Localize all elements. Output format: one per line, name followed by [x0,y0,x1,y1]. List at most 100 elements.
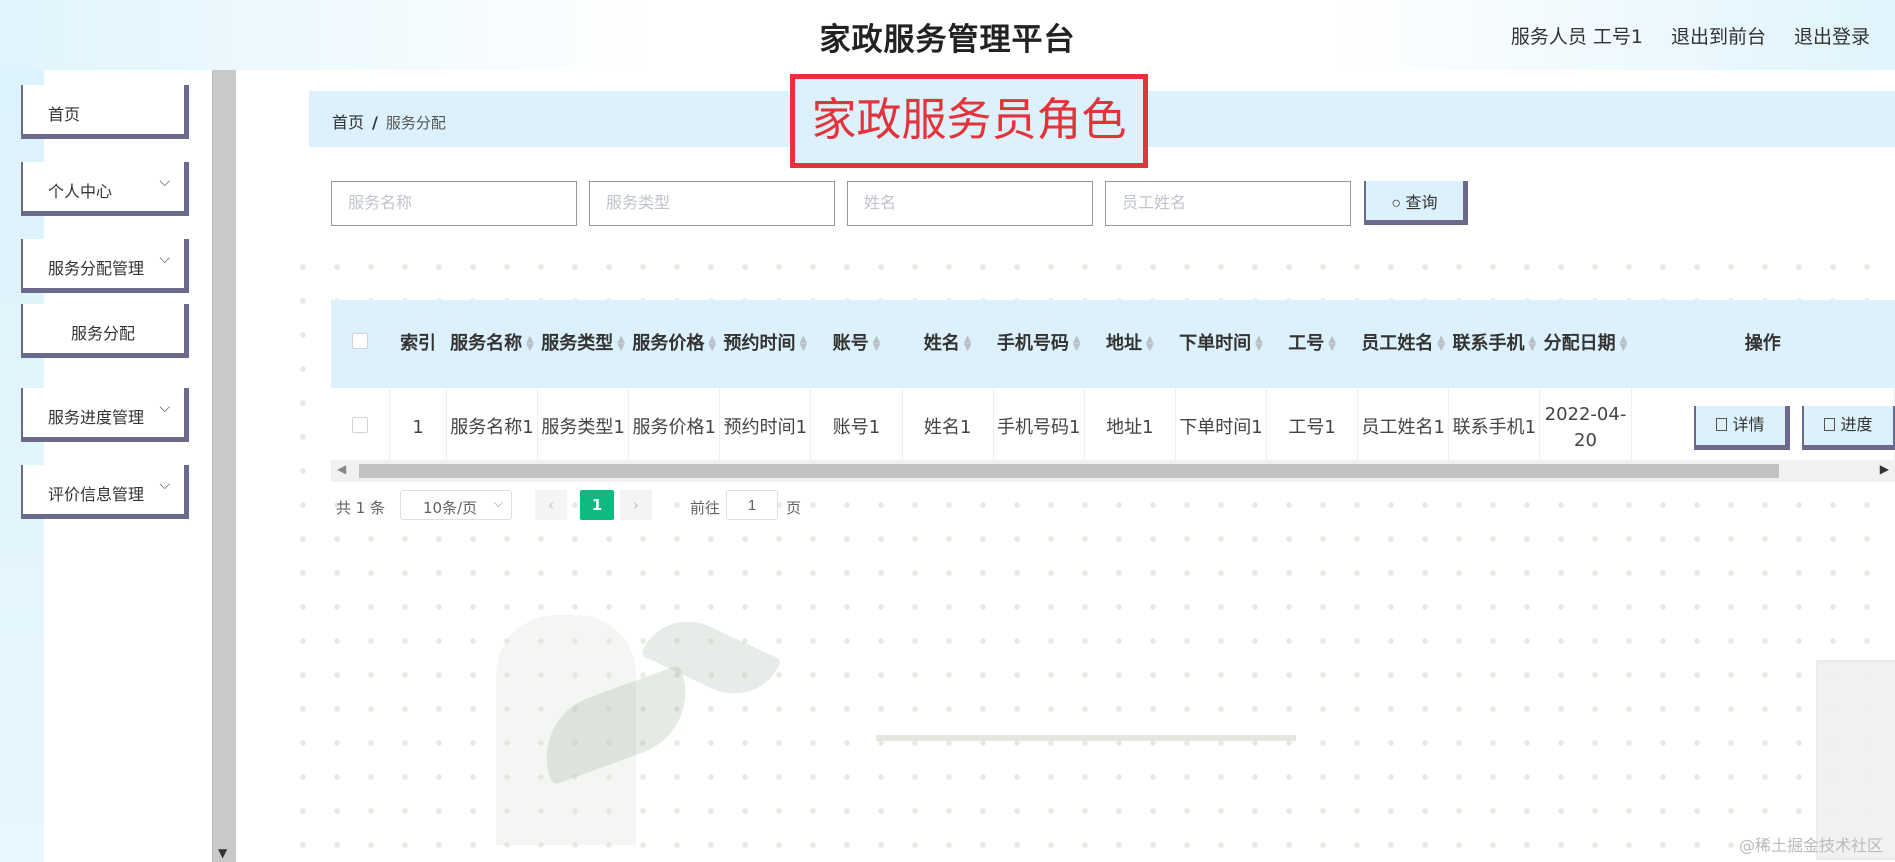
chevron-down-icon: ⌵ [159,174,170,190]
sidebar-item-label: 评价信息管理 [48,485,145,504]
column-header[interactable]: 服务类型 ▲ ▼ [538,300,629,388]
sidebar-item-home[interactable]: 首页 [21,85,189,139]
breadcrumb-home[interactable]: 首页 [332,113,364,132]
scroll-down-arrow-icon[interactable]: ▼ [218,846,227,860]
chevron-down-icon: ⌵ [159,400,170,416]
cell-index: 1 [389,388,447,460]
breadcrumb-separator: / [372,113,378,132]
page-number-current[interactable]: 1 [580,490,614,520]
sort-icon[interactable]: ▲ ▼ [526,335,534,353]
sort-icon[interactable]: ▲ ▼ [1328,335,1336,353]
header-user-area: 服务人员 工号1 退出到前台 退出登录 [1511,22,1870,49]
cell-assign-date: 2022-04-20 [1539,388,1632,460]
scrollbar-thumb[interactable] [359,464,1779,478]
detail-button[interactable]: 详情 [1693,405,1790,450]
column-header[interactable]: 员工姓名 ▲ ▼ [1358,300,1449,388]
service-name-search-input[interactable] [331,181,577,226]
prev-page-button[interactable]: ‹ [535,490,567,520]
sort-icon[interactable]: ▲ ▼ [1255,335,1263,353]
sidebar-item-service-assign[interactable]: 服务分配 [21,304,189,358]
progress-button[interactable]: 进度 [1801,405,1895,450]
assignment-table: 索引 服务名称 ▲ ▼ 服务类型 ▲ ▼ 服务价格 ▲ ▼ 预约时间 ▲ ▼ 账号 ▲ ▼ 姓名 ▲ ▼… [331,300,1895,460]
watermark: @稀土掘金技术社区 [1738,836,1883,855]
chevron-down-icon: ⌵ [159,477,170,493]
chevron-down-icon: ⌵ [493,496,503,510]
column-header[interactable]: 姓名 ▲ ▼ [902,300,993,388]
document-icon [1715,417,1727,431]
page-unit-label: 页 [786,499,802,517]
breadcrumb: 首页 / 服务分配 [332,109,446,133]
column-header[interactable]: 分配日期 ▲ ▼ [1540,300,1631,388]
sort-icon[interactable]: ▲ ▼ [873,335,881,353]
cell-order-time: 下单时间1 [1175,388,1268,460]
column-header[interactable]: 服务名称 ▲ ▼ [446,300,537,388]
name-search-input[interactable] [847,181,1093,226]
select-all-checkbox-cell[interactable] [331,300,390,388]
background-shelf [876,735,1296,741]
sort-icon[interactable]: ▲ ▼ [1437,335,1445,353]
cell-account: 账号1 [810,388,903,460]
sidebar-item-label: 服务分配管理 [48,259,145,278]
column-header[interactable]: 预约时间 ▲ ▼ [720,300,811,388]
cell-actions: 详情 进度 [1631,388,1895,460]
sort-icon[interactable]: ▲ ▼ [708,335,716,353]
cell-contact-phone: 联系手机1 [1448,388,1541,460]
sidebar-item-label: 首页 [48,105,81,124]
query-button-label: 查询 [1405,194,1438,212]
page-size-select[interactable]: 10条/页 ⌵ [400,490,512,520]
table-row: 1 服务名称1 服务类型1 服务价格1 预约时间1 账号1 姓名1 手机号码1 … [331,388,1895,460]
select-all-checkbox[interactable] [352,333,369,349]
column-header: 操作 [1744,333,1781,354]
sidebar-item-review-mgmt[interactable]: 评价信息管理 ⌵ [21,465,189,519]
sort-icon[interactable]: ▲ ▼ [1073,335,1081,353]
back-to-front-link[interactable]: 退出到前台 [1671,22,1766,49]
column-header[interactable]: 手机号码 ▲ ▼ [993,300,1084,388]
sidebar-item-service-assign-mgmt[interactable]: 服务分配管理 ⌵ [21,239,189,293]
column-header[interactable]: 联系手机 ▲ ▼ [1449,300,1540,388]
cell-appointment-time: 预约时间1 [719,388,812,460]
row-checkbox-cell[interactable] [331,388,391,460]
background-cup [1816,660,1895,860]
sort-icon[interactable]: ▲ ▼ [617,335,625,353]
cell-service-price: 服务价格1 [628,388,721,460]
column-header[interactable]: 账号 ▲ ▼ [811,300,902,388]
staff-name-search-input[interactable] [1105,181,1351,226]
service-type-search-input[interactable] [589,181,835,226]
document-icon [1823,417,1835,431]
row-checkbox[interactable] [352,416,369,433]
sidebar-item-label: 个人中心 [48,182,113,201]
scroll-right-arrow-icon[interactable]: ▶ [1880,462,1889,476]
next-page-button[interactable]: › [620,490,652,520]
column-header[interactable]: 地址 ▲ ▼ [1084,300,1175,388]
sort-icon[interactable]: ▲ ▼ [1146,335,1154,353]
sort-icon[interactable]: ▲ ▼ [800,335,808,353]
scroll-left-arrow-icon[interactable]: ◀ [337,462,346,476]
query-button[interactable]: ○ 查询 [1364,181,1468,225]
logout-link[interactable]: 退出登录 [1794,22,1870,49]
sort-icon[interactable]: ▲ ▼ [964,335,972,353]
cell-phone: 手机号码1 [993,388,1085,460]
goto-label: 前往 [690,499,721,517]
chevron-down-icon: ⌵ [159,251,170,267]
column-header[interactable]: 工号 ▲ ▼ [1267,300,1358,388]
column-header[interactable]: 服务价格 ▲ ▼ [629,300,720,388]
cell-staff-name: 员工姓名1 [1357,388,1450,460]
current-user-label: 服务人员 工号1 [1510,26,1643,48]
sidebar-item-service-progress-mgmt[interactable]: 服务进度管理 ⌵ [21,388,189,442]
sidebar-item-label: 服务分配 [70,324,135,343]
column-header: 索引 [400,333,437,354]
table-horizontal-scrollbar[interactable]: ◀ ▶ [331,460,1895,482]
sort-icon[interactable]: ▲ ▼ [1529,335,1537,353]
sort-icon[interactable]: ▲ ▼ [1620,335,1628,353]
table-header-row: 索引 服务名称 ▲ ▼ 服务类型 ▲ ▼ 服务价格 ▲ ▼ 预约时间 ▲ ▼ 账号 ▲ ▼ 姓名 ▲ ▼… [331,300,1895,388]
column-header[interactable]: 下单时间 ▲ ▼ [1175,300,1266,388]
sidebar-item-personal-center[interactable]: 个人中心 ⌵ [21,162,189,216]
goto-page-input[interactable] [726,490,778,520]
cell-service-name: 服务名称1 [446,388,539,460]
role-annotation: 家政服务员角色 [790,74,1148,168]
breadcrumb-current: 服务分配 [385,114,446,132]
sidebar-item-label: 服务进度管理 [48,408,145,427]
sidebar-scrollbar[interactable]: ▼ [212,70,236,862]
top-header: 家政服务管理平台 服务人员 工号1 退出到前台 退出登录 [0,0,1895,70]
search-icon: ○ [1391,194,1402,212]
